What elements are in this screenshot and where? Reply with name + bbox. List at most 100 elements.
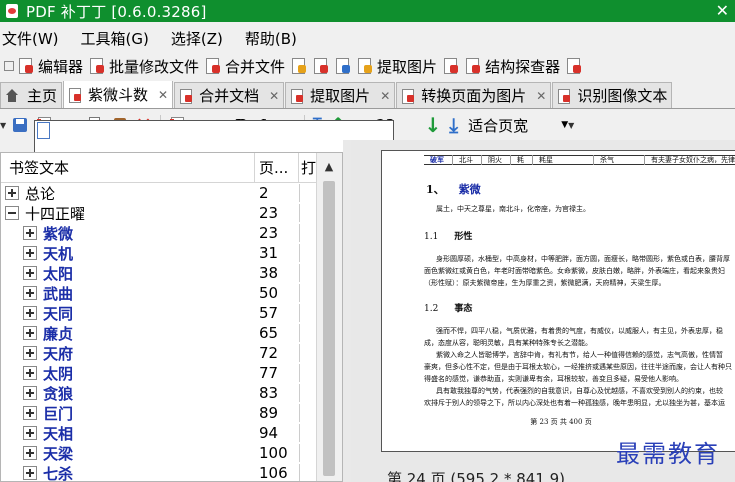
menu-select[interactable]: 选择(Z) <box>169 28 223 49</box>
bookmark-page[interactable]: 57 <box>255 304 299 322</box>
bookmark-page[interactable]: 106 <box>255 464 299 481</box>
expand-icon[interactable] <box>5 186 19 200</box>
bookmark-row[interactable]: 十四正曜 23 <box>1 203 317 223</box>
bookmark-text[interactable]: 巨门 <box>43 403 73 424</box>
bookmark-row[interactable]: 天机 31 <box>1 243 317 263</box>
bookmark-open-cell[interactable] <box>299 364 317 382</box>
bookmark-row[interactable]: 天同 57 <box>1 303 317 323</box>
bookmark-text[interactable]: 贪狼 <box>43 383 73 404</box>
bookmark-page[interactable]: 77 <box>255 364 299 382</box>
bookmark-row[interactable]: 天府 72 <box>1 343 317 363</box>
bookmark-page[interactable]: 2 <box>255 184 299 202</box>
ocr-tool-icon[interactable] <box>443 57 459 75</box>
bookmark-text[interactable]: 七杀 <box>43 463 73 482</box>
expand-icon[interactable] <box>23 326 37 340</box>
bookmark-text[interactable]: 廉贞 <box>43 323 73 344</box>
tab-ocr[interactable]: 识别图像文本 <box>552 82 673 108</box>
bookmark-open-cell[interactable] <box>299 184 317 202</box>
bookmark-open-cell[interactable] <box>299 384 317 402</box>
expand-icon[interactable] <box>23 386 37 400</box>
bookmark-row[interactable]: 巨门 89 <box>1 403 317 423</box>
bookmark-row[interactable]: 七杀 106 <box>1 463 317 482</box>
bookmark-text[interactable]: 天机 <box>43 243 73 264</box>
bookmark-open-cell[interactable] <box>299 424 317 442</box>
bookmark-text[interactable]: 天同 <box>43 303 73 324</box>
bookmark-page[interactable]: 38 <box>255 264 299 282</box>
bookmark-page[interactable]: 23 <box>255 204 299 222</box>
bookmark-page[interactable]: 31 <box>255 244 299 262</box>
extract-image-button[interactable]: 提取图片 <box>357 56 437 77</box>
bookmark-row[interactable]: 总论 2 <box>1 183 317 203</box>
editor-button[interactable]: 编辑器 <box>18 56 83 77</box>
expand-icon[interactable] <box>23 466 37 480</box>
close-icon[interactable]: ✕ <box>536 89 546 103</box>
expand-icon[interactable] <box>23 306 37 320</box>
expand-icon[interactable] <box>23 266 37 280</box>
collapse-icon[interactable] <box>5 206 19 220</box>
bookmark-row[interactable]: 天相 94 <box>1 423 317 443</box>
zoom-select[interactable]: 适合页宽 ▼ <box>468 115 568 136</box>
bookmark-row[interactable]: 太阳 38 <box>1 263 317 283</box>
expand-icon[interactable] <box>23 246 37 260</box>
bookmark-text[interactable]: 太阳 <box>43 263 73 284</box>
bookmark-page[interactable]: 89 <box>255 404 299 422</box>
bookmark-scrollbar[interactable]: ▲ <box>316 153 342 481</box>
scrollbar-thumb[interactable] <box>323 181 335 476</box>
expand-icon[interactable] <box>23 426 37 440</box>
document-tool-icon[interactable] <box>335 57 351 75</box>
bookmark-text[interactable]: 十四正曜 <box>25 203 85 224</box>
bookmark-open-cell[interactable] <box>299 224 317 242</box>
bookmark-row[interactable]: 太阴 77 <box>1 363 317 383</box>
save-icon[interactable] <box>12 116 28 134</box>
expand-icon[interactable] <box>23 346 37 360</box>
merge-button[interactable]: 合并文件 <box>205 56 285 77</box>
bookmark-text[interactable]: 紫微 <box>43 223 73 244</box>
expand-icon[interactable] <box>23 226 37 240</box>
bookmark-row[interactable]: 武曲 50 <box>1 283 317 303</box>
bookmark-page[interactable]: 65 <box>255 324 299 342</box>
bookmark-open-cell[interactable] <box>299 204 317 222</box>
bookmark-page[interactable]: 72 <box>255 344 299 362</box>
tab-ziwei[interactable]: 紫微斗数 ✕ <box>63 81 174 108</box>
scroll-up-icon[interactable]: ▲ <box>317 153 341 179</box>
bookmark-text[interactable]: 天府 <box>43 343 73 364</box>
column-page[interactable]: 页... <box>255 153 299 182</box>
expand-icon[interactable] <box>23 366 37 380</box>
bookmark-page[interactable]: 23 <box>255 224 299 242</box>
close-icon[interactable]: ✕ <box>269 89 279 103</box>
bookmark-page[interactable]: 50 <box>255 284 299 302</box>
bookmark-text[interactable]: 太阴 <box>43 363 73 384</box>
bookmark-open-cell[interactable] <box>299 244 317 262</box>
bookmark-row[interactable]: 紫微 23 <box>1 223 317 243</box>
bookmark-open-cell[interactable] <box>299 324 317 342</box>
bookmark-open-cell[interactable] <box>299 404 317 422</box>
pdf-tool-icon[interactable] <box>313 57 329 75</box>
tab-merge[interactable]: 合并文档 ✕ <box>174 82 285 108</box>
pdf-viewer[interactable]: 破军 北斗 阴火 耗 耗星 杀气 有夫妻子女奴仆之病，先律，不利 1、紫微 属土… <box>351 140 735 482</box>
bookmark-open-cell[interactable] <box>299 464 317 481</box>
bookmark-text[interactable]: 天相 <box>43 423 73 444</box>
bookmark-tool-icon[interactable] <box>291 57 307 75</box>
bookmark-page[interactable]: 100 <box>255 444 299 462</box>
bookmark-row[interactable]: 贪狼 83 <box>1 383 317 403</box>
bookmark-page[interactable]: 83 <box>255 384 299 402</box>
bookmark-text[interactable]: 武曲 <box>43 283 73 304</box>
extra-tool-icon[interactable] <box>566 57 582 75</box>
tab-extract-image[interactable]: 提取图片 ✕ <box>285 82 396 108</box>
expand-icon[interactable] <box>23 286 37 300</box>
expand-icon[interactable] <box>23 446 37 460</box>
panel-splitter[interactable] <box>343 140 351 482</box>
chevron-down-icon[interactable]: ▼ <box>568 121 574 130</box>
tab-home[interactable]: 主页 <box>0 82 63 108</box>
bookmark-open-cell[interactable] <box>299 284 317 302</box>
menu-help[interactable]: 帮助(B) <box>243 28 297 49</box>
chevron-down-icon[interactable]: ▼ <box>0 121 6 130</box>
bookmark-open-cell[interactable] <box>299 444 317 462</box>
last-page-icon[interactable]: ⤓ <box>449 113 458 137</box>
close-icon[interactable]: ✕ <box>716 1 729 20</box>
bookmark-row[interactable]: 天梁 100 <box>1 443 317 463</box>
bookmark-open-cell[interactable] <box>299 264 317 282</box>
expand-icon[interactable] <box>23 406 37 420</box>
batch-edit-button[interactable]: 批量修改文件 <box>89 56 199 77</box>
bookmark-text[interactable]: 总论 <box>25 183 55 204</box>
